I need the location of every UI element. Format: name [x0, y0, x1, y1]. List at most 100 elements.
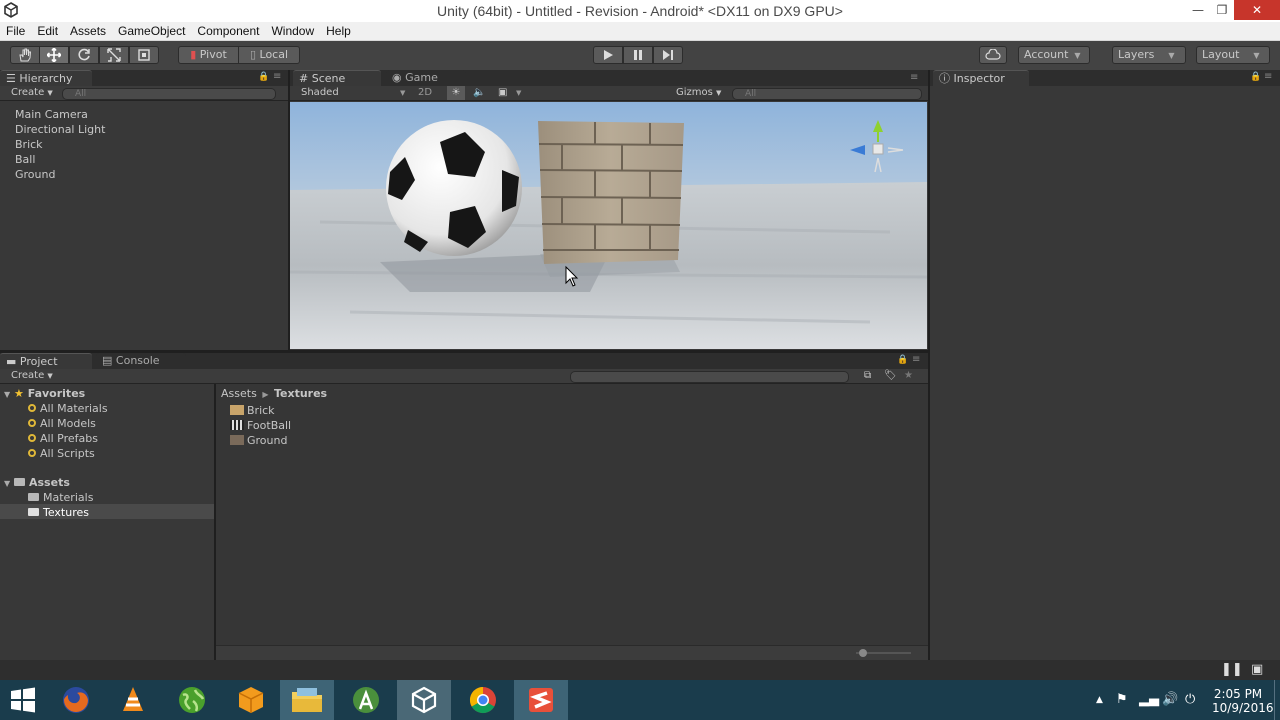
scene-search-input[interactable]: All — [732, 88, 922, 100]
scale-tool-button[interactable] — [99, 46, 129, 64]
close-button[interactable]: ✕ — [1234, 0, 1280, 20]
layout-dropdown[interactable]: Layout ▼ — [1196, 46, 1270, 64]
taskbar-file-explorer[interactable] — [280, 680, 334, 720]
asset-item[interactable]: FootBall — [230, 419, 291, 432]
panel-menu-icon[interactable]: ≡ — [910, 72, 918, 83]
favorite-item[interactable]: All Scripts — [28, 447, 95, 460]
lock-icon[interactable]: 🔒 — [258, 72, 269, 82]
android-studio-icon — [353, 687, 379, 713]
status-bar: ❚❚ ▣ — [0, 660, 1280, 680]
collab-cloud-button[interactable] — [979, 46, 1007, 64]
menu-help[interactable]: Help — [320, 22, 357, 40]
zoom-slider-handle[interactable] — [859, 649, 867, 657]
breadcrumb-item[interactable]: Assets — [221, 387, 257, 400]
hierarchy-item[interactable]: Brick — [15, 138, 43, 151]
taskbar-sublime-text[interactable] — [514, 680, 568, 720]
project-search-input[interactable] — [570, 371, 849, 383]
create-label: Create — [11, 87, 45, 98]
screen-icon[interactable]: ▣ — [1251, 662, 1263, 677]
taskbar-globe[interactable] — [165, 680, 219, 720]
scene-render — [290, 102, 927, 349]
pivot-icon: ▮ — [190, 48, 197, 61]
audio-toggle-icon[interactable]: 🔈 — [473, 86, 485, 100]
tab-hierarchy[interactable]: ☰ Hierarchy — [0, 70, 92, 86]
taskbar-android-studio[interactable] — [339, 680, 393, 720]
assets-group[interactable]: ▼ Assets — [4, 476, 70, 489]
menu-window[interactable]: Window — [265, 22, 320, 40]
menu-file[interactable]: File — [0, 22, 31, 40]
tab-inspector[interactable]: ⓘ Inspector — [933, 70, 1029, 86]
tab-scene[interactable]: # Scene — [293, 70, 381, 86]
favorite-label: All Scripts — [40, 447, 95, 460]
taskbar-package[interactable] — [224, 680, 278, 720]
restore-button[interactable]: ❐ — [1208, 0, 1236, 20]
favorite-star-icon[interactable]: ★ — [904, 369, 913, 383]
panel-menu-icon[interactable]: ≡ — [273, 71, 281, 82]
filter-type-icon[interactable]: ⧉ — [864, 369, 871, 383]
play-button[interactable] — [593, 46, 623, 64]
tab-game[interactable]: ◉ Game — [386, 70, 466, 86]
hierarchy-create-button[interactable]: Create ▼ — [11, 86, 53, 100]
pivot-toggle[interactable]: ▮ Pivot — [178, 46, 239, 64]
hierarchy-item[interactable]: Ground — [15, 168, 55, 181]
pause-button[interactable] — [623, 46, 653, 64]
shading-mode-dropdown[interactable]: Shaded — [301, 86, 339, 100]
asset-item[interactable]: Ground — [230, 434, 287, 447]
lock-icon[interactable]: 🔒 — [897, 355, 908, 365]
hierarchy-item[interactable]: Directional Light — [15, 123, 105, 136]
toggle-2d-button[interactable]: 2D — [418, 86, 432, 100]
menu-assets[interactable]: Assets — [64, 22, 112, 40]
panel-menu-icon[interactable]: ≡ — [1264, 71, 1272, 82]
effects-toggle-icon[interactable]: ▣ — [498, 86, 507, 100]
filter-label-icon[interactable]: 🏷 — [884, 369, 897, 383]
taskbar-firefox[interactable] — [49, 680, 103, 720]
menu-edit[interactable]: Edit — [31, 22, 64, 40]
show-hidden-icons[interactable]: ▲ — [1096, 680, 1103, 720]
start-button[interactable] — [0, 680, 46, 720]
taskbar-chrome[interactable] — [456, 680, 510, 720]
menu-gameobject[interactable]: GameObject — [112, 22, 191, 40]
hierarchy-tab-label: Hierarchy — [19, 72, 73, 85]
panel-menu-icon[interactable]: ≡ — [912, 354, 920, 365]
folder-item-selected[interactable]: Textures — [28, 506, 89, 519]
menu-component[interactable]: Component — [191, 22, 265, 40]
favorites-group[interactable]: ▼ ★ Favorites — [4, 387, 85, 400]
rotate-tool-button[interactable] — [69, 46, 99, 64]
hierarchy-header: ☰ Hierarchy 🔒 ≡ — [0, 70, 288, 86]
tab-console[interactable]: ▤ Console — [96, 353, 186, 369]
gizmos-dropdown[interactable]: Gizmos ▼ — [676, 86, 721, 100]
favorite-item[interactable]: All Models — [28, 417, 96, 430]
hand-tool-button[interactable] — [10, 46, 40, 64]
rect-tool-button[interactable] — [129, 46, 159, 64]
project-create-button[interactable]: Create ▼ — [11, 369, 53, 383]
taskbar-unity[interactable] — [397, 680, 451, 720]
breadcrumb-item[interactable]: Textures — [274, 387, 327, 400]
hierarchy-search-input[interactable]: All — [62, 88, 276, 100]
clock[interactable]: 2:05 PM 10/9/2016 — [1212, 680, 1274, 720]
flag-icon[interactable]: ⚑ — [1116, 680, 1128, 720]
lock-icon[interactable]: 🔒 — [1250, 72, 1261, 82]
folder-item[interactable]: Materials — [28, 491, 93, 504]
favorite-item[interactable]: All Prefabs — [28, 432, 98, 445]
hierarchy-item[interactable]: Main Camera — [15, 108, 88, 121]
show-desktop-button[interactable] — [1274, 680, 1280, 720]
tab-project[interactable]: ▬ Project — [0, 353, 92, 369]
taskbar-vlc[interactable] — [106, 680, 160, 720]
power-icon[interactable]: ⏻ — [1185, 680, 1195, 720]
step-button[interactable] — [653, 46, 683, 64]
favorite-item[interactable]: All Materials — [28, 402, 108, 415]
network-icon[interactable]: ▂▄ — [1139, 680, 1159, 720]
layers-dropdown[interactable]: Layers ▼ — [1112, 46, 1186, 64]
scene-header: # Scene ◉ Game ≡ — [290, 70, 928, 86]
move-tool-button[interactable] — [39, 46, 69, 64]
asset-item[interactable]: Brick — [230, 404, 275, 417]
local-toggle[interactable]: ▯ Local — [238, 46, 300, 64]
account-dropdown[interactable]: Account ▼ — [1018, 46, 1090, 64]
pause-icon[interactable]: ❚❚ — [1221, 662, 1243, 677]
chevron-down-icon: ▼ — [47, 372, 53, 380]
hierarchy-item[interactable]: Ball — [15, 153, 35, 166]
search-icon — [28, 404, 36, 412]
lighting-toggle-icon[interactable]: ☀ — [447, 86, 465, 100]
scene-viewport[interactable] — [290, 102, 927, 349]
volume-icon[interactable]: 🔊 — [1162, 680, 1178, 720]
